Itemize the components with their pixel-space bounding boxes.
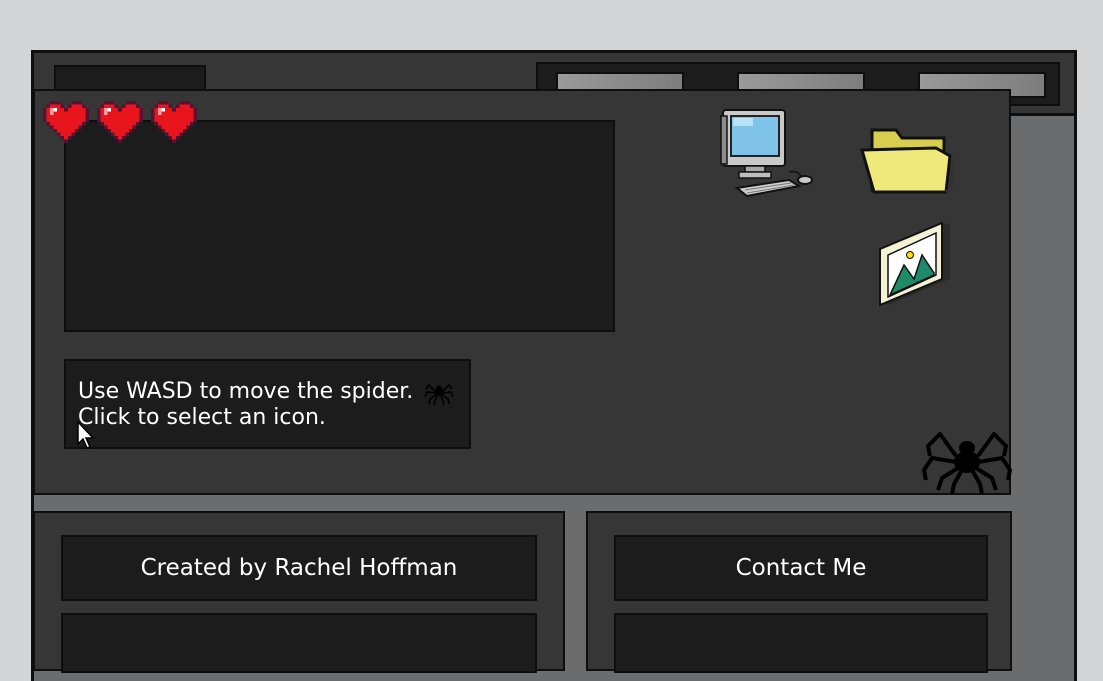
game-stage: Use WASD to move the spider. Click to se… [33,89,1012,495]
instructions-box: Use WASD to move the spider. Click to se… [64,359,471,449]
instructions-line-1: Use WASD to move the spider. [78,379,414,404]
lives-indicator [43,99,197,145]
mouse-cursor-icon [77,420,95,449]
image-icon[interactable] [876,219,956,307]
contact-secondary-button[interactable] [614,613,988,673]
credits-secondary-button[interactable] [61,613,537,673]
heart-icon [43,100,89,144]
game-screen[interactable] [64,120,615,332]
heart-icon [97,100,143,144]
folder-icon[interactable] [856,120,956,198]
contact-button[interactable]: Contact Me [614,535,988,601]
heart-icon [151,100,197,144]
credits-panel: Created by Rachel Hoffman [33,511,565,673]
spider-player[interactable] [922,424,1012,494]
spider-icon [424,383,455,405]
contact-panel: Contact Me [586,511,1012,673]
computer-icon[interactable] [717,106,819,202]
instructions-line-2: Click to select an icon. [78,405,326,430]
credits-button[interactable]: Created by Rachel Hoffman [61,535,537,601]
